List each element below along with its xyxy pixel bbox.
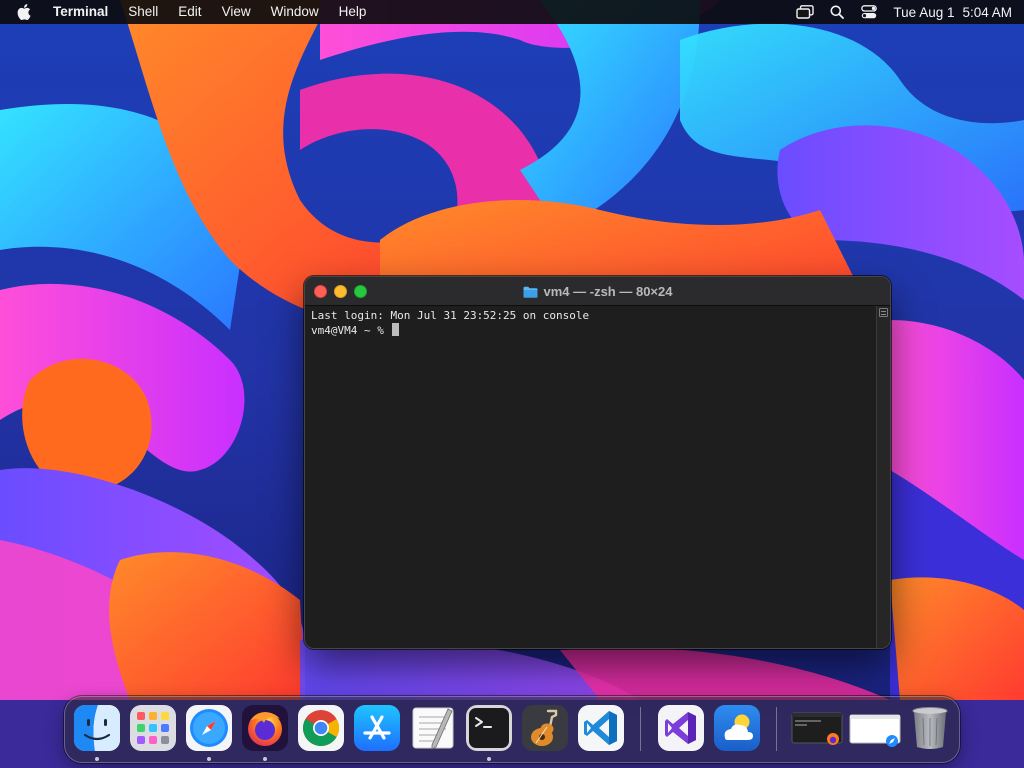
spotlight-search-icon[interactable]	[821, 0, 853, 24]
dock-item-minimized-terminal-window[interactable]	[791, 705, 843, 751]
minimized-terminal-window-icon	[791, 705, 843, 751]
firefox-icon	[242, 705, 288, 751]
apple-menu-icon[interactable]	[0, 0, 48, 24]
launchpad-icon	[130, 705, 176, 751]
dock-item-minimized-safari-window[interactable]	[849, 705, 901, 751]
screen-mirroring-icon[interactable]	[789, 0, 821, 24]
menu-edit[interactable]: Edit	[168, 0, 211, 24]
running-indicator	[95, 757, 99, 761]
dock-item-firefox[interactable]	[242, 705, 288, 761]
garageband-icon	[522, 705, 568, 751]
running-indicator	[487, 757, 491, 761]
visual-studio-icon	[658, 705, 704, 751]
safari-icon	[186, 705, 232, 751]
chrome-icon	[298, 705, 344, 751]
terminal-scrollbar[interactable]	[876, 306, 890, 648]
terminal-line: Last login: Mon Jul 31 23:52:25 on conso…	[311, 309, 590, 322]
text-cursor	[392, 323, 400, 336]
window-title: vm4 — -zsh — 80×24	[305, 277, 890, 306]
terminal-title-bar[interactable]: vm4 — -zsh — 80×24	[305, 277, 890, 306]
minimized-safari-window-icon	[849, 705, 901, 751]
menu-app-name[interactable]: Terminal	[48, 0, 118, 24]
weather-icon	[714, 705, 760, 751]
trash-icon	[907, 705, 953, 751]
menu-bar-status-area: Tue Aug 1 5:04 AM	[789, 0, 1024, 24]
dock-item-visual-studio[interactable]	[658, 705, 704, 751]
dock-item-textedit[interactable]	[410, 705, 456, 751]
dock-divider	[776, 707, 777, 751]
window-title-text: vm4 — -zsh — 80×24	[543, 284, 673, 299]
terminal-output[interactable]: Last login: Mon Jul 31 23:52:25 on conso…	[305, 306, 876, 648]
dock	[64, 696, 960, 763]
dock-item-trash[interactable]	[907, 705, 953, 751]
dock-item-chrome[interactable]	[298, 705, 344, 751]
menu-bar-clock[interactable]: Tue Aug 1 5:04 AM	[885, 5, 1012, 20]
dock-item-app-store[interactable]	[354, 705, 400, 751]
clock-time: 5:04 AM	[962, 4, 1012, 20]
dock-item-launchpad[interactable]	[130, 705, 176, 751]
finder-icon	[74, 705, 120, 751]
app-store-icon	[354, 705, 400, 751]
dock-divider	[640, 707, 641, 751]
textedit-icon	[410, 705, 456, 751]
menu-view[interactable]: View	[212, 0, 261, 24]
folder-icon	[523, 286, 538, 298]
terminal-prompt-line: vm4@VM4 ~ %	[311, 323, 870, 338]
control-center-icon[interactable]	[853, 0, 885, 24]
vscode-icon	[578, 705, 624, 751]
dock-item-safari[interactable]	[186, 705, 232, 761]
running-indicator	[263, 757, 267, 761]
split-pane-icon[interactable]	[879, 308, 888, 317]
menu-shell[interactable]: Shell	[118, 0, 168, 24]
running-indicator	[207, 757, 211, 761]
menu-bar: Terminal Shell Edit View Window Help Tue…	[0, 0, 1024, 24]
clock-date: Tue Aug 1	[893, 4, 955, 20]
menu-window[interactable]: Window	[261, 0, 329, 24]
dock-item-vscode[interactable]	[578, 705, 624, 751]
terminal-window[interactable]: vm4 — -zsh — 80×24 Last login: Mon Jul 3…	[304, 276, 891, 649]
terminal-prompt: vm4@VM4 ~ %	[311, 324, 391, 337]
dock-item-garageband[interactable]	[522, 705, 568, 751]
dock-item-terminal[interactable]	[466, 705, 512, 761]
terminal-icon	[466, 705, 512, 751]
menu-help[interactable]: Help	[329, 0, 377, 24]
dock-item-weather[interactable]	[714, 705, 760, 751]
dock-item-finder[interactable]	[74, 705, 120, 761]
